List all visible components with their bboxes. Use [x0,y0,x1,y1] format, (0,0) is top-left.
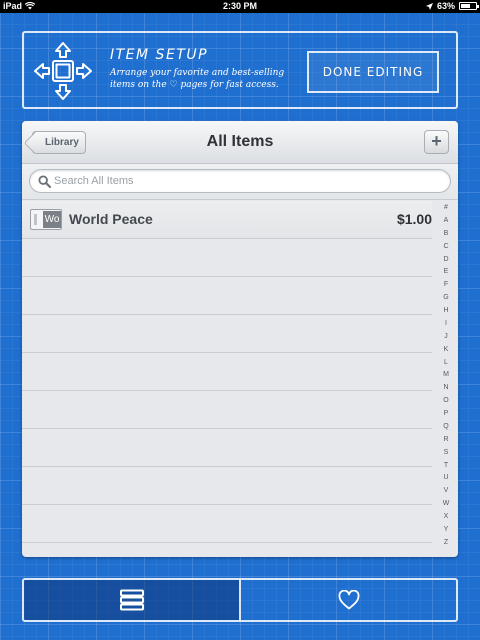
index-letter[interactable]: D [443,255,448,264]
navigation-bar: Library All Items + [22,121,458,164]
heart-icon: ♡ [169,80,178,90]
empty-row [22,467,432,505]
index-letter[interactable]: A [444,216,449,225]
add-item-button[interactable]: + [424,130,449,154]
section-index[interactable]: # A B C D E F G H I J K L M N O P Q R S T U V W X Y Z [434,203,458,547]
index-letter[interactable]: B [444,229,449,238]
index-letter[interactable]: P [444,409,449,418]
index-letter[interactable]: U [443,473,448,482]
search-input[interactable] [54,172,434,190]
index-letter[interactable]: G [443,293,448,302]
search-bar [22,164,458,200]
index-letter[interactable]: T [444,461,448,470]
banner-description-line2: items on the ♡ pages for fast access. [110,79,310,91]
index-letter[interactable]: H [443,306,448,315]
move-arrows-icon [34,42,92,100]
battery-percent: 63% [436,1,455,11]
item-setup-banner: ITEM SETUP Arrange your favorite and bes… [22,31,458,109]
empty-row [22,277,432,315]
list-item[interactable]: Wo World Peace $1.00 [22,201,432,239]
empty-row [22,429,432,467]
index-letter[interactable]: F [444,280,448,289]
index-letter[interactable]: K [444,345,449,354]
empty-row [22,391,432,429]
index-letter[interactable]: # [444,203,448,212]
index-letter[interactable]: L [444,358,448,367]
index-letter[interactable]: I [445,319,447,328]
empty-row [22,505,432,543]
index-letter[interactable]: O [443,396,448,405]
index-letter[interactable]: X [444,512,449,521]
item-name: World Peace [69,211,153,227]
battery-fill [461,4,470,8]
location-arrow-icon [425,2,433,10]
status-right: 63% [425,1,479,11]
empty-row [22,315,432,353]
index-letter[interactable]: E [444,267,449,276]
index-letter[interactable]: R [443,435,448,444]
tab-bar [22,578,458,622]
index-letter[interactable]: Y [444,525,449,534]
grip-icon [34,214,37,225]
status-bar: iPad 2:30 PM 63% [0,0,480,13]
item-price: $1.00 [396,211,432,227]
tab-favorites[interactable] [241,580,456,620]
index-letter[interactable]: W [443,499,450,508]
done-editing-button[interactable]: DONE EDITING [307,51,439,93]
heart-icon [338,590,359,610]
banner-description: Arrange your favorite and best-selling i… [110,67,310,91]
all-items-panel: Library All Items + Wo World Peace $1.00 [22,121,458,557]
index-letter[interactable]: J [444,332,448,341]
banner-description-line1: Arrange your favorite and best-selling [110,68,285,78]
tab-items-list[interactable] [24,580,241,620]
item-thumbnail: Wo [43,211,61,228]
empty-row [22,353,432,391]
index-letter[interactable]: S [444,448,449,457]
index-letter[interactable]: V [444,486,449,495]
status-time: 2:30 PM [222,1,257,11]
search-icon [38,175,51,188]
index-letter[interactable]: M [443,370,449,379]
empty-row [22,239,432,277]
banner-description-text-b: pages for fast access. [177,80,279,90]
banner-title: ITEM SETUP [110,47,209,63]
index-letter[interactable]: C [443,242,448,251]
search-field[interactable] [29,169,451,193]
item-list: Wo World Peace $1.00 [22,201,432,543]
battery-icon [459,2,479,10]
stack-list-icon [119,589,144,611]
index-letter[interactable]: N [443,383,448,392]
drag-handle[interactable]: Wo [30,209,62,230]
index-letter[interactable]: Z [444,538,448,547]
index-letter[interactable]: Q [443,422,448,431]
page-title: All Items [206,133,274,150]
banner-description-text-a: items on the [110,80,170,90]
